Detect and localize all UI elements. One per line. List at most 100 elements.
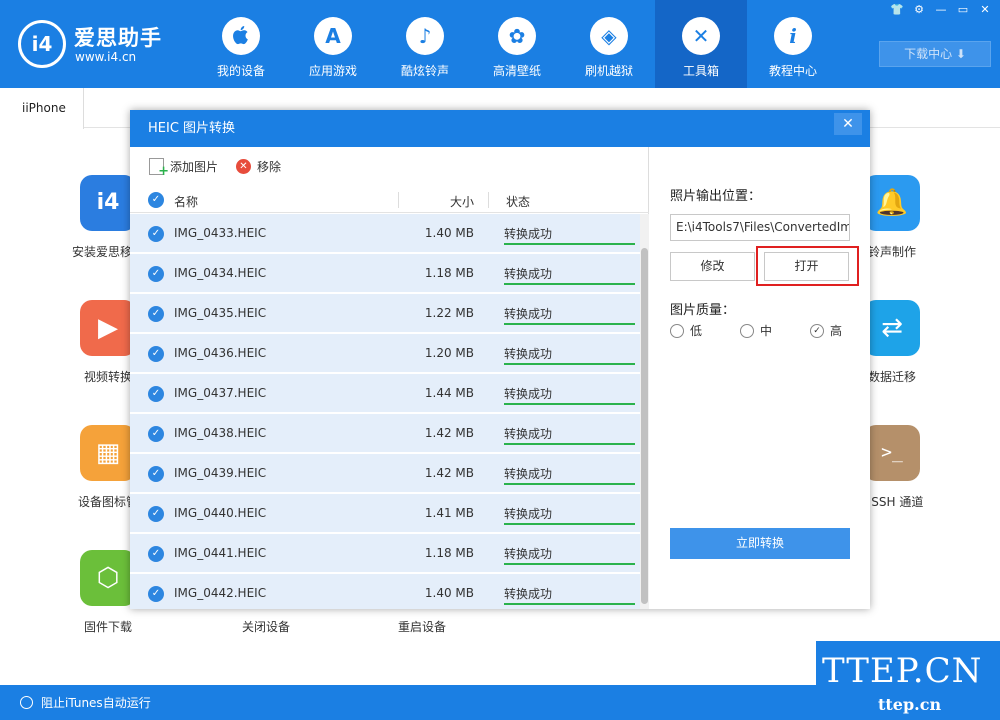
tool-label: 关闭设备 [241, 620, 290, 634]
quality-option-low[interactable]: 低 [670, 322, 702, 339]
file-row[interactable]: ✓ IMG_0433.HEIC 1.40 MB 转换成功 [130, 214, 640, 253]
download-center-button[interactable]: 下载中心 ⬇ [879, 41, 991, 67]
add-file-icon [149, 158, 169, 179]
tool-shutdown-device[interactable]: 关闭设备 [206, 606, 326, 635]
i4-app-icon: i4 [80, 175, 136, 231]
file-list-panel: 添加图片 ✕ 移除 ✓ 名称 大小 状态 ✓ IMG_0433.HEIC 1.4… [130, 147, 649, 609]
file-size: 1.20 MB [424, 346, 474, 360]
file-size: 1.42 MB [424, 466, 474, 480]
nav-tutorials[interactable]: i 教程中心 [747, 0, 839, 88]
file-list-scrollbar[interactable] [640, 214, 649, 609]
remove-button[interactable]: ✕ 移除 [236, 158, 281, 175]
app-store-icon: A [314, 17, 352, 55]
close-icon[interactable]: ✕ [978, 3, 992, 16]
progress-bar [504, 443, 635, 445]
nav-my-device[interactable]: 我的设备 [195, 0, 287, 88]
add-image-button[interactable]: 添加图片 [149, 158, 218, 179]
convert-settings-panel: 照片输出位置： E:\i4Tools7\Files\ConvertedIm 修改… [650, 147, 870, 609]
file-size: 1.18 MB [424, 546, 474, 560]
file-row[interactable]: ✓ IMG_0439.HEIC 1.42 MB 转换成功 [130, 454, 640, 493]
nav-toolbox[interactable]: ✕ 工具箱 [655, 0, 747, 88]
app-url: www.i4.cn [75, 50, 137, 64]
row-checkbox[interactable]: ✓ [148, 426, 164, 442]
nav-apps-games[interactable]: A 应用游戏 [287, 0, 379, 88]
progress-bar [504, 603, 635, 605]
file-status: 转换成功 [504, 347, 553, 361]
file-size: 1.42 MB [424, 426, 474, 440]
app-logo[interactable]: i4 爱思助手 www.i4.cn [18, 20, 178, 70]
file-name: IMG_0437.HEIC [174, 386, 267, 400]
convert-now-button[interactable]: 立即转换 [670, 528, 850, 559]
file-size: 1.44 MB [424, 386, 474, 400]
video-convert-icon: ▶ [80, 300, 136, 356]
column-header-size[interactable]: 大小 [400, 193, 474, 210]
nav-label: 刷机越狱 [584, 64, 633, 78]
scrollbar-thumb[interactable] [641, 248, 648, 604]
edit-path-button[interactable]: 修改 [670, 252, 755, 281]
row-checkbox[interactable]: ✓ [148, 266, 164, 282]
output-path-field[interactable]: E:\i4Tools7\Files\ConvertedIm [670, 214, 850, 241]
nav-flash-jailbreak[interactable]: ◈ 刷机越狱 [563, 0, 655, 88]
nav-label: 应用游戏 [308, 64, 357, 78]
column-header-status[interactable]: 状态 [506, 193, 530, 210]
dialog-close-button[interactable]: ✕ [834, 113, 862, 135]
watermark-url: ttep.cn [878, 695, 942, 714]
nav-ringtones[interactable]: ♪ 酷炫铃声 [379, 0, 471, 88]
skin-icon[interactable]: 👕 [890, 3, 904, 16]
file-row[interactable]: ✓ IMG_0441.HEIC 1.18 MB 转换成功 [130, 534, 640, 573]
nav-wallpapers[interactable]: ✿ 高清壁纸 [471, 0, 563, 88]
file-name: IMG_0435.HEIC [174, 306, 267, 320]
icon-manage-icon: ▦ [80, 425, 136, 481]
file-size: 1.18 MB [424, 266, 474, 280]
file-status: 转换成功 [504, 547, 553, 561]
quality-option-high[interactable]: ✓ 高 [810, 322, 842, 339]
remove-label: 移除 [257, 160, 282, 174]
ssh-terminal-icon: >_ [864, 425, 920, 481]
file-status: 转换成功 [504, 427, 553, 441]
row-checkbox[interactable]: ✓ [148, 466, 164, 482]
progress-bar [504, 483, 635, 485]
maximize-icon[interactable]: ▭ [956, 3, 970, 16]
firmware-box-icon: ⬡ [80, 550, 136, 606]
file-row[interactable]: ✓ IMG_0436.HEIC 1.20 MB 转换成功 [130, 334, 640, 373]
row-checkbox[interactable]: ✓ [148, 226, 164, 242]
file-name: IMG_0440.HEIC [174, 506, 267, 520]
progress-bar [504, 323, 635, 325]
data-migrate-icon: ⇄ [864, 300, 920, 356]
row-checkbox[interactable]: ✓ [148, 506, 164, 522]
tool-restart-device[interactable]: 重启设备 [362, 606, 482, 635]
file-row[interactable]: ✓ IMG_0440.HEIC 1.41 MB 转换成功 [130, 494, 640, 533]
tool-label: 重启设备 [397, 620, 446, 634]
file-row[interactable]: ✓ IMG_0435.HEIC 1.22 MB 转换成功 [130, 294, 640, 333]
row-checkbox[interactable]: ✓ [148, 346, 164, 362]
file-row[interactable]: ✓ IMG_0442.HEIC 1.40 MB 转换成功 [130, 574, 640, 609]
select-all-checkbox[interactable]: ✓ [148, 192, 164, 208]
minimize-icon[interactable]: — [934, 3, 948, 16]
dialog-title: HEIC 图片转换 [130, 110, 870, 147]
block-itunes-label: 阻止iTunes自动运行 [41, 696, 151, 710]
block-itunes-toggle[interactable]: 阻止iTunes自动运行 [20, 694, 151, 711]
nav-label: 教程中心 [768, 64, 817, 78]
settings-icon[interactable]: ⚙ [912, 3, 926, 16]
quality-option-medium[interactable]: 中 [740, 322, 772, 339]
column-header-name[interactable]: 名称 [174, 193, 198, 210]
file-name: IMG_0442.HEIC [174, 586, 267, 600]
file-name: IMG_0439.HEIC [174, 466, 267, 480]
radio-icon [670, 323, 684, 338]
file-status: 转换成功 [504, 467, 553, 481]
file-row[interactable]: ✓ IMG_0438.HEIC 1.42 MB 转换成功 [130, 414, 640, 453]
file-row[interactable]: ✓ IMG_0437.HEIC 1.44 MB 转换成功 [130, 374, 640, 413]
file-toolbar: 添加图片 ✕ 移除 [130, 147, 649, 187]
row-checkbox[interactable]: ✓ [148, 306, 164, 322]
row-checkbox[interactable]: ✓ [148, 386, 164, 402]
nav-label: 高清壁纸 [492, 64, 541, 78]
file-size: 1.40 MB [424, 226, 474, 240]
quality-option-label: 高 [830, 324, 843, 338]
nav-label: 工具箱 [682, 64, 719, 78]
file-list: ✓ IMG_0433.HEIC 1.40 MB 转换成功 ✓ IMG_0434.… [130, 214, 649, 609]
file-row[interactable]: ✓ IMG_0434.HEIC 1.18 MB 转换成功 [130, 254, 640, 293]
row-checkbox[interactable]: ✓ [148, 546, 164, 562]
row-checkbox[interactable]: ✓ [148, 586, 164, 602]
radio-circle-icon [20, 696, 33, 709]
device-tab-iphone[interactable]: iiPhone [0, 88, 84, 129]
